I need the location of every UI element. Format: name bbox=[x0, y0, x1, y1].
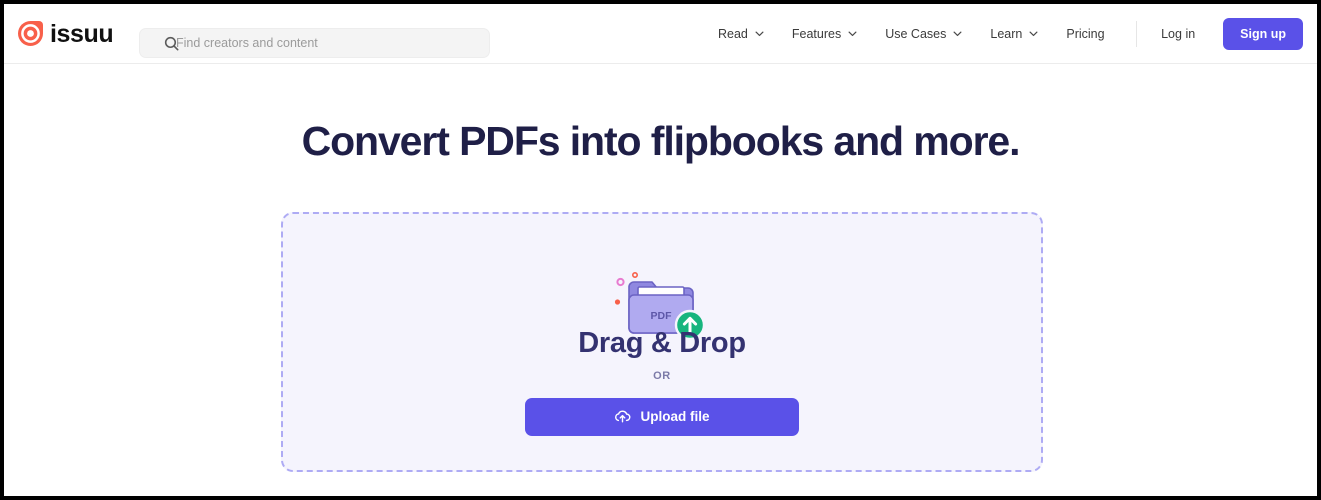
cloud-upload-icon bbox=[614, 409, 631, 424]
chevron-down-icon bbox=[953, 31, 962, 37]
file-dropzone[interactable]: PDF Drag & Drop OR Upload file bbox=[281, 212, 1043, 472]
issuu-wordmark: issuu bbox=[50, 20, 114, 48]
page-title: Convert PDFs into flipbooks and more. bbox=[301, 118, 1021, 164]
nav-item-use-cases[interactable]: Use Cases bbox=[871, 21, 976, 47]
nav-label: Learn bbox=[990, 27, 1023, 41]
upload-file-label: Upload file bbox=[640, 409, 710, 425]
search-icon bbox=[152, 36, 179, 51]
header-divider bbox=[1136, 21, 1138, 47]
chevron-down-icon bbox=[1029, 31, 1038, 37]
svg-text:PDF: PDF bbox=[651, 310, 673, 322]
chevron-down-icon bbox=[848, 31, 857, 37]
issuu-logo[interactable]: issuu bbox=[18, 20, 114, 48]
nav-item-features[interactable]: Features bbox=[778, 21, 871, 47]
nav-item-read[interactable]: Read bbox=[704, 21, 778, 47]
nav-label: Features bbox=[791, 27, 842, 41]
login-link[interactable]: Log in bbox=[1155, 21, 1201, 47]
nav-item-pricing[interactable]: Pricing bbox=[1052, 21, 1118, 47]
search-input[interactable] bbox=[176, 29, 489, 57]
dropzone-title: Drag & Drop bbox=[578, 327, 746, 359]
chevron-down-icon bbox=[755, 31, 764, 37]
site-header: issuu Read Features bbox=[4, 4, 1317, 64]
issuu-target-icon bbox=[18, 21, 43, 46]
nav-item-learn[interactable]: Learn bbox=[976, 21, 1052, 47]
signup-button[interactable]: Sign up bbox=[1223, 18, 1303, 50]
upload-file-button[interactable]: Upload file bbox=[525, 397, 799, 436]
pdf-folder-upload-icon: PDF bbox=[612, 240, 712, 341]
nav-label: Use Cases bbox=[885, 27, 947, 41]
dropzone-or-label: OR bbox=[653, 369, 671, 382]
header-actions: Log in Sign up bbox=[1136, 4, 1303, 64]
nav-label: Read bbox=[718, 27, 748, 41]
main-nav: Read Features Use Cases Learn Pricing bbox=[704, 4, 1119, 64]
nav-label: Pricing bbox=[1066, 27, 1105, 41]
page-root: issuu Read Features bbox=[0, 0, 1321, 500]
search-box[interactable] bbox=[139, 28, 490, 58]
